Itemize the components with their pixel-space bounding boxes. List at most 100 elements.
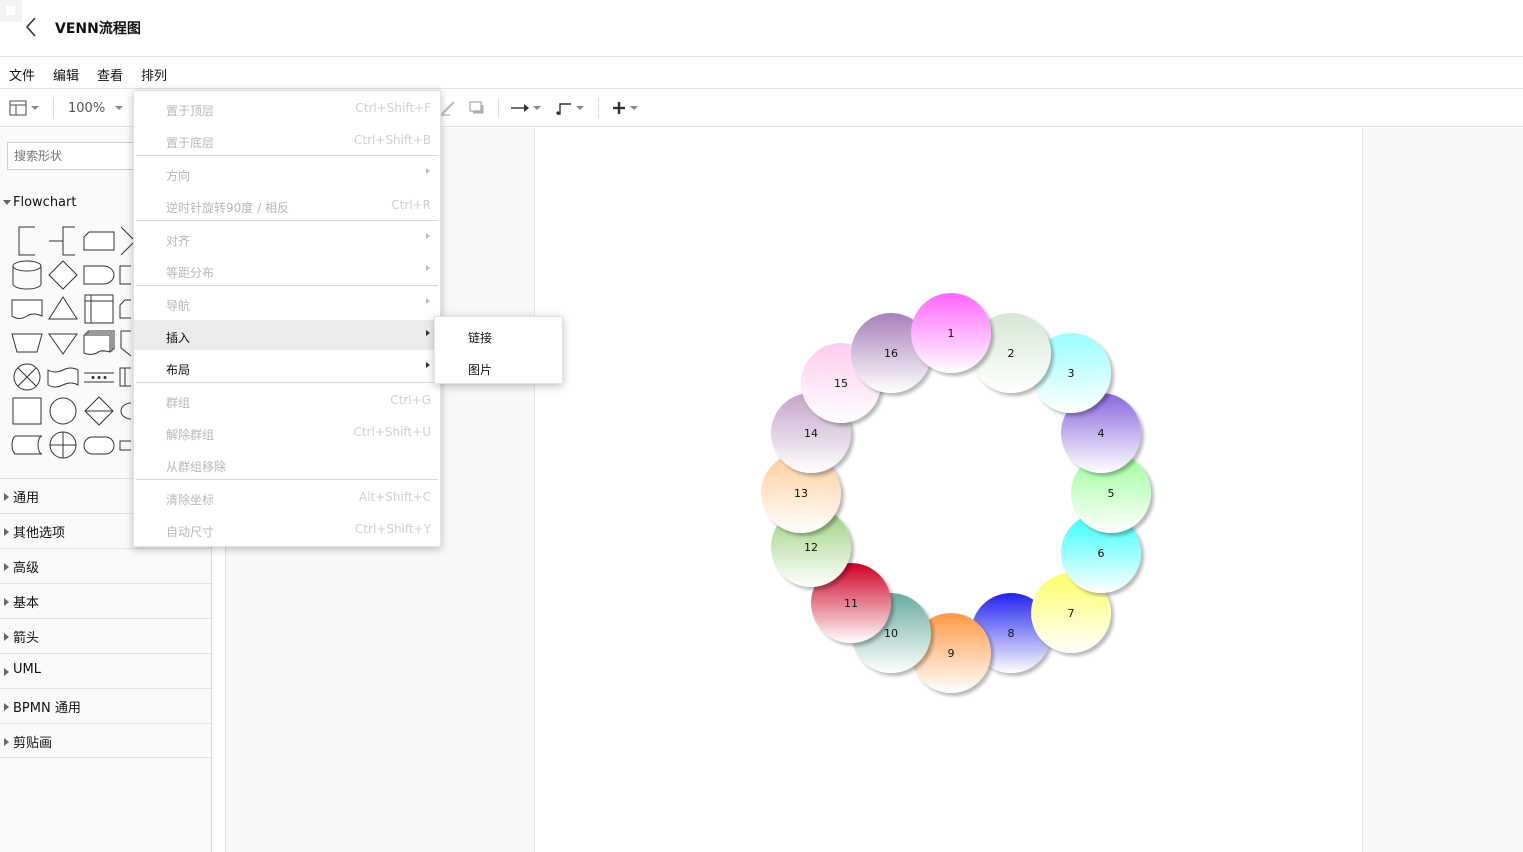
menu-edit[interactable]: 编辑 (53, 65, 79, 84)
sort-shape-icon[interactable] (81, 394, 117, 428)
insert-submenu: 链接 图片 (434, 316, 563, 384)
section-advanced[interactable]: 高级 (0, 548, 211, 583)
internal-storage-shape-icon[interactable] (81, 292, 117, 326)
terminator-shape-icon[interactable] (81, 428, 117, 462)
collapsed-triangle-icon (4, 493, 9, 501)
insert-button[interactable] (612, 89, 638, 127)
parallel-mode-shape-icon[interactable] (81, 360, 117, 394)
menu-divider (136, 382, 438, 383)
venn-circle-label: 7 (1067, 606, 1075, 620)
panel-layout-button[interactable] (9, 89, 39, 127)
menu-rotate[interactable]: 逆时针旋转90度 / 相反 Ctrl+R (134, 190, 440, 220)
summing-junction-shape-icon[interactable] (45, 428, 81, 462)
menu-view[interactable]: 查看 (97, 65, 123, 84)
menu-send-to-back[interactable]: 置于底层 Ctrl+Shift+B (134, 125, 440, 155)
pencil-icon (440, 101, 455, 116)
diagram-page[interactable]: 8 9 7 10 11 12 6 13 5 14 4 15 3 2 16 1 (534, 128, 1363, 852)
start-circle-shape-icon[interactable] (45, 394, 81, 428)
multi-document-shape-icon[interactable] (81, 326, 117, 360)
venn-circle-label: 3 (1067, 366, 1075, 380)
document-shape-icon[interactable] (9, 292, 45, 326)
venn-circle-label: 8 (1007, 626, 1015, 640)
collapsed-triangle-icon (4, 528, 9, 536)
collapsed-triangle-icon (4, 633, 9, 641)
line-color-button[interactable] (440, 89, 458, 127)
process-shape-icon[interactable] (9, 394, 45, 428)
section-label: 剪贴画 (13, 736, 53, 751)
item-label: 布局 (166, 363, 191, 377)
menu-group[interactable]: 群组 Ctrl+G (134, 385, 440, 415)
menubar: 文件 编辑 查看 排列 (0, 57, 1523, 88)
collapsed-triangle-icon (4, 738, 9, 746)
menu-direction[interactable]: 方向 (134, 158, 440, 188)
item-label: 置于顶层 (166, 104, 215, 118)
shadow-button[interactable] (469, 89, 485, 127)
expanded-triangle-icon (3, 200, 11, 205)
submenu-arrow-icon (426, 362, 430, 368)
menu-arrange[interactable]: 排列 (141, 65, 167, 84)
arrange-menu: 置于顶层 Ctrl+Shift+F 置于底层 Ctrl+Shift+B 方向 逆时针… (133, 90, 441, 547)
item-shortcut: Ctrl+Shift+B (354, 133, 431, 147)
submenu-image[interactable]: 图片 (435, 351, 562, 383)
section-bpmn[interactable]: BPMN 通用 (0, 688, 211, 723)
menu-align[interactable]: 对齐 (134, 223, 440, 253)
venn-circle-label: 9 (947, 646, 955, 660)
venn-circle-label: 10 (884, 626, 898, 640)
document-title: VENN流程图 (55, 21, 141, 37)
item-label: 对齐 (166, 234, 191, 248)
waypoints-button[interactable] (556, 89, 584, 127)
submenu-link[interactable]: 链接 (435, 319, 562, 351)
extract-shape-icon[interactable] (45, 292, 81, 326)
zoom-dropdown[interactable]: 100% (68, 89, 124, 127)
venn-circle-label: 2 (1007, 346, 1015, 360)
section-label: 通用 (13, 491, 40, 506)
delay-shape-icon[interactable] (81, 258, 117, 292)
menu-navigation[interactable]: 导航 (134, 288, 440, 318)
connection-style-button[interactable] (511, 89, 541, 127)
layout-panel-icon (9, 100, 27, 116)
chevron-left-icon (25, 17, 36, 37)
caret-down-icon (31, 106, 39, 110)
manual-operation-shape-icon[interactable] (9, 326, 45, 360)
section-arrows[interactable]: 箭头 (0, 618, 211, 653)
annotation-shape-icon[interactable] (9, 224, 45, 258)
arrow-right-icon (511, 104, 529, 112)
paper-tape-shape-icon[interactable] (45, 360, 81, 394)
menu-insert[interactable]: 插入 (134, 320, 440, 350)
or-shape-icon[interactable] (9, 360, 45, 394)
menu-distribute[interactable]: 等距分布 (134, 255, 440, 285)
merge-shape-icon[interactable] (45, 326, 81, 360)
database-shape-icon[interactable] (9, 258, 45, 292)
item-label: 置于底层 (166, 136, 215, 150)
item-shortcut: Ctrl+R (391, 198, 431, 212)
item-label: 链接 (468, 331, 493, 345)
waypoint-icon (556, 103, 571, 115)
back-button[interactable] (18, 14, 44, 40)
menu-layout[interactable]: 布局 (134, 352, 440, 382)
section-uml[interactable]: UML (0, 653, 211, 688)
menu-ungroup[interactable]: 解除群组 Ctrl+Shift+U (134, 417, 440, 447)
menu-clear-waypoints[interactable]: 清除坐标 Alt+Shift+C (134, 482, 440, 512)
section-clipart[interactable]: 剪贴画 (0, 723, 211, 758)
section-label: 其他选项 (13, 526, 66, 541)
card-shape-icon[interactable] (81, 224, 117, 258)
item-label: 解除群组 (166, 428, 215, 442)
menu-autosize[interactable]: 自动尺寸 Ctrl+Shift+Y (134, 514, 440, 544)
collapsed-triangle-icon (4, 703, 9, 711)
section-label: 箭头 (13, 631, 40, 646)
menu-divider (136, 220, 438, 221)
venn-circle-1[interactable]: 1 (911, 293, 991, 373)
menu-divider (136, 285, 438, 286)
stored-data-shape-icon[interactable] (9, 428, 45, 462)
collapsed-triangle-icon (4, 598, 9, 606)
menu-remove-from-group[interactable]: 从群组移除 (134, 449, 440, 479)
section-basic[interactable]: 基本 (0, 583, 211, 618)
item-shortcut: Ctrl+G (390, 393, 431, 407)
item-label: 自动尺寸 (166, 525, 215, 539)
decision-shape-icon[interactable] (45, 258, 81, 292)
menu-file[interactable]: 文件 (9, 65, 35, 84)
venn-circle-label: 13 (794, 486, 808, 500)
annotation-bracket-shape-icon[interactable] (45, 224, 81, 258)
section-label: UML (13, 662, 41, 677)
menu-bring-to-front[interactable]: 置于顶层 Ctrl+Shift+F (134, 93, 440, 123)
